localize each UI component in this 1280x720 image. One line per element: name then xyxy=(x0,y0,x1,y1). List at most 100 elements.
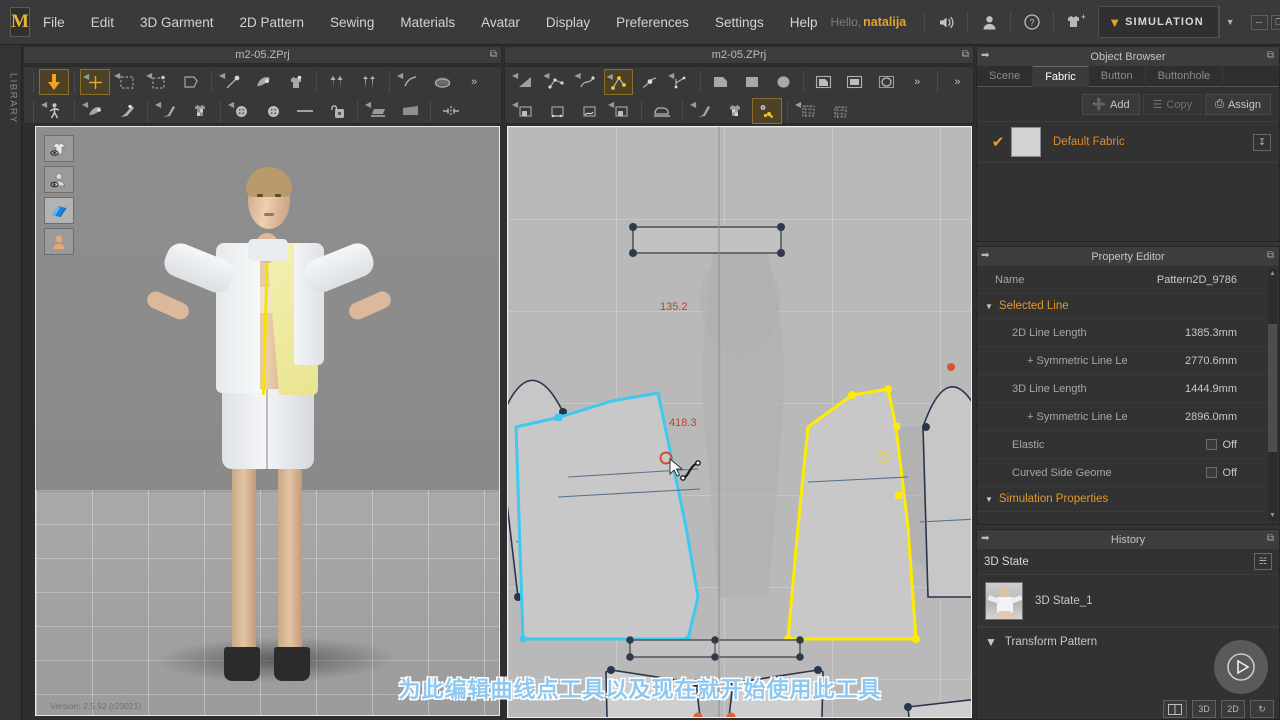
circumference-tool[interactable] xyxy=(427,69,457,95)
zipper-tool[interactable] xyxy=(322,69,352,95)
dart-tool[interactable] xyxy=(542,98,572,124)
restore-icon[interactable]: ⧉ xyxy=(1267,533,1274,544)
property-row-symmetric-3d[interactable]: + Symmetric Line Le 2896.0mm xyxy=(977,403,1267,431)
rectangle-tool[interactable] xyxy=(738,69,767,95)
more-tools-chevron[interactable]: » xyxy=(459,69,489,95)
group-simulation-properties[interactable]: ▼ Simulation Properties xyxy=(977,487,1267,512)
assign-fabric-button[interactable]: ⎙ Assign xyxy=(1205,94,1271,115)
scrollbar-thumb[interactable] xyxy=(1268,324,1277,452)
menu-2d-pattern[interactable]: 2D Pattern xyxy=(227,0,318,45)
mesh-select-tool[interactable] xyxy=(825,98,855,124)
tab-buttonhole[interactable]: Buttonhole xyxy=(1146,66,1224,87)
menu-preferences[interactable]: Preferences xyxy=(603,0,702,45)
fold-arrange-tool[interactable] xyxy=(176,69,206,95)
zipper-line-tool[interactable] xyxy=(290,98,320,124)
help-icon[interactable]: ? xyxy=(1017,7,1047,37)
tab-scene[interactable]: Scene xyxy=(977,66,1034,87)
viewport-2d[interactable]: 135.2 418.3 xyxy=(507,126,972,718)
curve-pleat-tool[interactable] xyxy=(574,98,604,124)
property-row-2d-line-length[interactable]: 2D Line Length 1385.3mm xyxy=(977,319,1267,347)
select-mesh-tool[interactable]: ◀ xyxy=(144,69,174,95)
inner-polygon-tool[interactable] xyxy=(809,69,838,95)
check-icon[interactable]: ✔ xyxy=(985,133,1011,151)
property-row-name[interactable]: Name Pattern2D_9786 xyxy=(977,266,1267,294)
pin-icon[interactable]: ➡ xyxy=(981,250,989,261)
property-row-symmetric-2d[interactable]: + Symmetric Line Le 2770.6mm xyxy=(977,347,1267,375)
chevron-double-down-icon[interactable]: ▼ xyxy=(985,635,997,649)
button-place-tool[interactable]: ◀ xyxy=(226,98,256,124)
username-label[interactable]: natalija xyxy=(863,15,906,29)
show-skin-toggle[interactable] xyxy=(44,228,74,255)
restore-button[interactable]: ❐ xyxy=(1270,14,1280,30)
symmetry-tool[interactable] xyxy=(436,98,466,124)
inner-circle-tool[interactable] xyxy=(871,69,900,95)
menu-materials[interactable]: Materials xyxy=(387,0,468,45)
show-garment-toggle[interactable] xyxy=(44,135,74,162)
tab-fabric[interactable]: Fabric xyxy=(1033,66,1089,87)
transform-tool[interactable]: ◀ xyxy=(80,69,110,95)
pin-icon[interactable]: ➡ xyxy=(981,50,989,61)
property-row-3d-line-length[interactable]: 3D Line Length 1444.9mm xyxy=(977,375,1267,403)
freehand-shape-tool[interactable] xyxy=(706,69,735,95)
select-move-tool[interactable] xyxy=(39,69,69,95)
select-pin-tool[interactable]: ◀ xyxy=(80,98,110,124)
plane-tool[interactable]: ◀ xyxy=(363,98,393,124)
steam-iron-tool[interactable] xyxy=(647,98,677,124)
menu-3d-garment[interactable]: 3D Garment xyxy=(127,0,227,45)
fabric-pick-tool[interactable]: ◀ xyxy=(688,98,718,124)
texture-pattern-tool[interactable] xyxy=(720,98,750,124)
avatar-pose-tool[interactable]: ◀ xyxy=(39,98,69,124)
tab-button[interactable]: Button xyxy=(1089,66,1146,87)
split-line-tool[interactable]: ◀ xyxy=(666,69,695,95)
curved-side-checkbox[interactable] xyxy=(1205,467,1217,478)
pin-tool[interactable]: ◀ xyxy=(217,69,247,95)
pin-icon[interactable]: ➡ xyxy=(981,533,989,544)
pleat-tool[interactable]: ◀ xyxy=(510,98,540,124)
fabric-list-item[interactable]: ✔ Default Fabric ↧ xyxy=(977,121,1279,163)
add-3d-state-icon[interactable]: ☵ xyxy=(1254,553,1272,570)
minimize-button[interactable]: ─ xyxy=(1250,14,1268,30)
texture-tool[interactable] xyxy=(185,98,215,124)
copy-fabric-button[interactable]: ☰ Copy xyxy=(1142,94,1203,115)
fabric-swatch[interactable] xyxy=(1011,127,1041,157)
property-editor-scrollbar[interactable]: ▲ ▼ xyxy=(1268,269,1277,521)
menu-edit[interactable]: Edit xyxy=(78,0,127,45)
lock-tool[interactable] xyxy=(322,98,352,124)
show-avatar-toggle[interactable] xyxy=(44,166,74,193)
particle-distance-tool[interactable] xyxy=(752,98,782,124)
add-fabric-button[interactable]: ➕ Add xyxy=(1082,94,1140,115)
app-logo[interactable]: M xyxy=(10,7,30,37)
save-fabric-icon[interactable]: ↧ xyxy=(1253,133,1271,151)
menu-settings[interactable]: Settings xyxy=(702,0,777,45)
fold-tool[interactable]: ◀ xyxy=(606,98,636,124)
restore-icon[interactable]: ⧉ xyxy=(1267,250,1274,261)
show-gizmo-toggle[interactable] xyxy=(44,197,74,224)
garment-add-icon[interactable]: + xyxy=(1060,7,1090,37)
menu-display[interactable]: Display xyxy=(533,0,603,45)
scroll-down-icon[interactable]: ▼ xyxy=(1268,511,1277,521)
avatar-3d[interactable] xyxy=(144,147,394,692)
expand-toolbar-chevron[interactable]: » xyxy=(943,69,972,95)
menu-sewing[interactable]: Sewing xyxy=(317,0,387,45)
menu-help[interactable]: Help xyxy=(777,0,831,45)
property-row-elastic[interactable]: Elastic Off xyxy=(977,431,1267,459)
edit-curve-point-tool[interactable]: ◀ xyxy=(603,69,633,95)
group-selected-line[interactable]: ▼ Selected Line xyxy=(977,294,1267,319)
inner-rectangle-tool[interactable] xyxy=(840,69,869,95)
surface-tool[interactable] xyxy=(395,98,425,124)
tack-tool[interactable] xyxy=(249,69,279,95)
more-tools-chevron[interactable]: » xyxy=(903,69,932,95)
library-rail[interactable]: LIBRARY xyxy=(0,45,22,720)
menu-file[interactable]: File xyxy=(30,0,78,45)
fabric-brush-tool[interactable]: ◀ xyxy=(153,98,183,124)
select-mesh-box-tool[interactable]: ◀ xyxy=(112,69,142,95)
speaker-icon[interactable] xyxy=(931,7,961,37)
simulation-button[interactable]: ▼ SIMULATION xyxy=(1098,6,1219,38)
polygon-tool[interactable]: ◀ xyxy=(510,69,539,95)
menu-avatar[interactable]: Avatar xyxy=(468,0,533,45)
polyline-tool[interactable]: ◀ xyxy=(541,69,570,95)
circle-tool[interactable] xyxy=(769,69,798,95)
restore-icon[interactable]: ⧉ xyxy=(962,49,969,60)
add-point-tool[interactable] xyxy=(635,69,664,95)
tack-garment-tool[interactable] xyxy=(281,69,311,95)
